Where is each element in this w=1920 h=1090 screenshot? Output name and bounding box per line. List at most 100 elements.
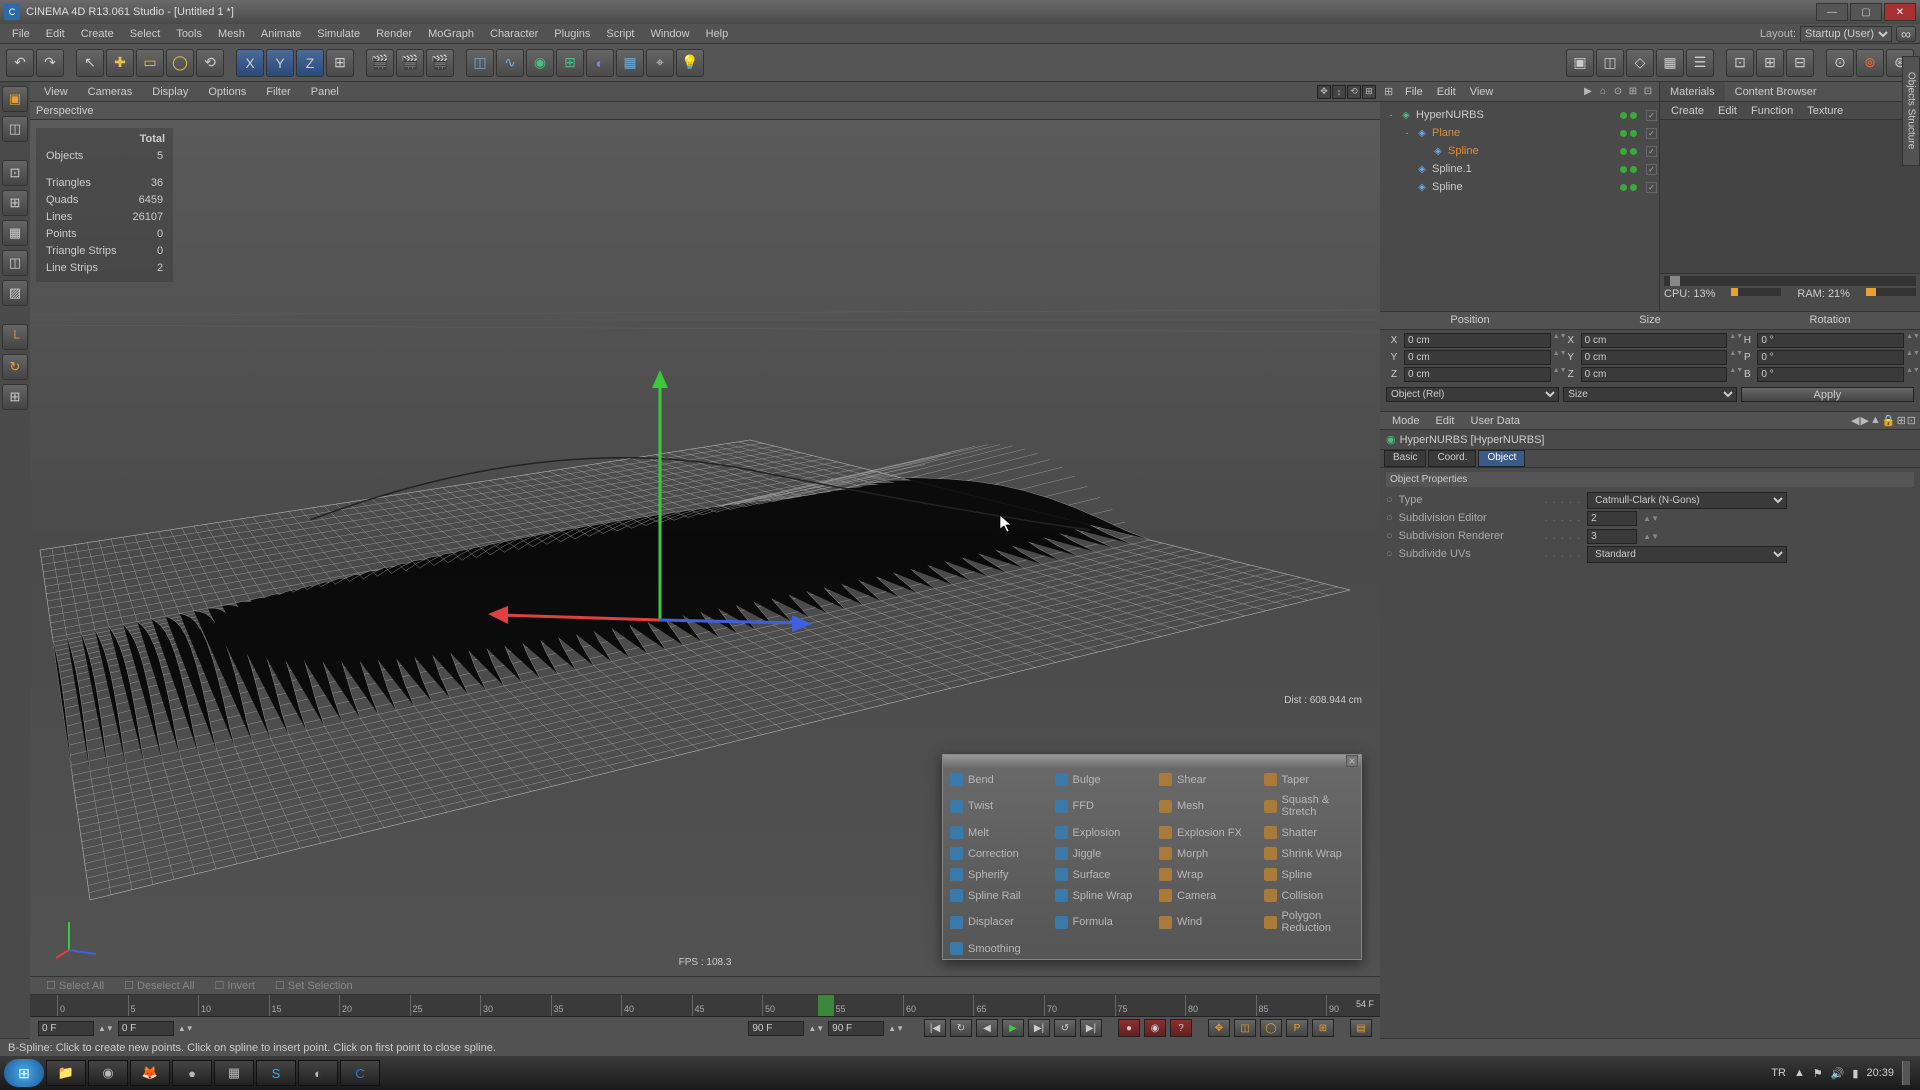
tray-up-icon[interactable]: ▲: [1794, 1067, 1805, 1079]
uv-mode[interactable]: ▨: [2, 280, 28, 306]
recent-tool[interactable]: ⟲: [196, 49, 224, 77]
deformer-polygon-reduction[interactable]: Polygon Reduction: [1257, 906, 1362, 938]
axis-mode[interactable]: └: [2, 324, 28, 350]
environment[interactable]: ▦: [616, 49, 644, 77]
coord-size-select[interactable]: Size: [1563, 387, 1736, 402]
mat-slider[interactable]: [1664, 276, 1916, 286]
task-steam[interactable]: ◐: [298, 1060, 338, 1086]
menu-character[interactable]: Character: [482, 28, 546, 40]
goto-start[interactable]: |◀: [924, 1019, 946, 1037]
task-c4d[interactable]: C: [340, 1060, 380, 1086]
spline-primitive[interactable]: ∿: [496, 49, 524, 77]
play[interactable]: ▶: [1002, 1019, 1024, 1037]
deformer-jiggle[interactable]: Jiggle: [1048, 843, 1153, 864]
om-nav-3[interactable]: ⊙: [1611, 85, 1625, 99]
menu-window[interactable]: Window: [643, 28, 698, 40]
key-sel[interactable]: ?: [1170, 1019, 1192, 1037]
undo-button[interactable]: ↶: [6, 49, 34, 77]
nurbs-generator[interactable]: ◉: [526, 49, 554, 77]
mat-texture[interactable]: Texture: [1800, 105, 1850, 117]
menu-script[interactable]: Script: [598, 28, 642, 40]
attr-tab-basic[interactable]: Basic: [1384, 450, 1426, 467]
tree-item-hypernurbs[interactable]: - ◈ HyperNURBS ✓: [1382, 106, 1657, 124]
mat-function[interactable]: Function: [1744, 105, 1800, 117]
menu-mograph[interactable]: MoGraph: [420, 28, 482, 40]
ff[interactable]: ↺: [1054, 1019, 1076, 1037]
coord-system[interactable]: ⊞: [326, 49, 354, 77]
mag-1[interactable]: ⊙: [1826, 49, 1854, 77]
group-icon[interactable]: ▦: [1656, 49, 1684, 77]
menu-file[interactable]: File: [4, 28, 38, 40]
vp-display[interactable]: Display: [142, 86, 198, 98]
menu-plugins[interactable]: Plugins: [546, 28, 598, 40]
mat-create[interactable]: Create: [1664, 105, 1711, 117]
show-desktop[interactable]: [1902, 1061, 1910, 1085]
popup-close[interactable]: ✕: [1346, 755, 1358, 767]
key-scale[interactable]: ◫: [1234, 1019, 1256, 1037]
menu-simulate[interactable]: Simulate: [309, 28, 368, 40]
autokey[interactable]: ◉: [1144, 1019, 1166, 1037]
om-nav-4[interactable]: ⊞: [1626, 85, 1640, 99]
goto-end[interactable]: ▶|: [1080, 1019, 1102, 1037]
om-nav-1[interactable]: ▶: [1581, 85, 1595, 99]
menu-mesh[interactable]: Mesh: [210, 28, 253, 40]
render-settings[interactable]: 🎬: [426, 49, 454, 77]
menu-create[interactable]: Create: [73, 28, 122, 40]
end-frame[interactable]: [828, 1021, 884, 1036]
deformer-spline-wrap[interactable]: Spline Wrap: [1048, 885, 1153, 906]
tray-sound-icon[interactable]: 🔊: [1831, 1067, 1845, 1080]
tray-net-icon[interactable]: ▮: [1852, 1067, 1858, 1080]
snap-3[interactable]: ⊟: [1786, 49, 1814, 77]
key-pla[interactable]: ⊞: [1312, 1019, 1334, 1037]
object-mode[interactable]: ◫: [2, 116, 28, 142]
snap-2[interactable]: ⊞: [1756, 49, 1784, 77]
coord-apply[interactable]: Apply: [1741, 387, 1914, 402]
attr-tab-object[interactable]: Object: [1478, 450, 1525, 467]
deformer-melt[interactable]: Melt: [943, 822, 1048, 843]
cube-icon[interactable]: ◫: [1596, 49, 1624, 77]
menu-animate[interactable]: Animate: [253, 28, 309, 40]
timeline-btn[interactable]: ▤: [1350, 1019, 1372, 1037]
om-file[interactable]: File: [1398, 86, 1430, 98]
timeline-ruler[interactable]: 05101520253035404550556065707580859054 F: [30, 995, 1380, 1017]
point-mode[interactable]: ⊡: [2, 160, 28, 186]
deformer-wrap[interactable]: Wrap: [1152, 864, 1257, 885]
tree-item-spline[interactable]: ◈ Spline ✓: [1382, 178, 1657, 196]
task-firefox[interactable]: 🦊: [130, 1060, 170, 1086]
key-param[interactable]: P: [1286, 1019, 1308, 1037]
attr-nav-up[interactable]: ▲: [1870, 414, 1881, 427]
camera-obj[interactable]: ⌖: [646, 49, 674, 77]
deformer-displacer[interactable]: Displacer: [943, 906, 1048, 938]
coord-mode-select[interactable]: Object (Rel): [1386, 387, 1559, 402]
mat-edit[interactable]: Edit: [1711, 105, 1744, 117]
deformer-correction[interactable]: Correction: [943, 843, 1048, 864]
minimize-button[interactable]: —: [1816, 3, 1848, 21]
close-button[interactable]: ✕: [1884, 3, 1916, 21]
deformer-wind[interactable]: Wind: [1152, 906, 1257, 938]
snap-1[interactable]: ⊡: [1726, 49, 1754, 77]
z-axis-lock[interactable]: Z: [296, 49, 324, 77]
task-chrome[interactable]: ◉: [88, 1060, 128, 1086]
menu-tools[interactable]: Tools: [168, 28, 210, 40]
vp-solo[interactable]: ⊞: [2, 384, 28, 410]
menu-help[interactable]: Help: [698, 28, 737, 40]
vp-nav-2[interactable]: ↕: [1332, 85, 1346, 99]
record[interactable]: ●: [1118, 1019, 1140, 1037]
vp-nav-3[interactable]: ⟲: [1347, 85, 1361, 99]
menu-select[interactable]: Select: [122, 28, 169, 40]
deformer-bend[interactable]: Bend: [943, 769, 1048, 790]
attr-userdata[interactable]: User Data: [1463, 415, 1529, 427]
menu-edit[interactable]: Edit: [38, 28, 73, 40]
loop[interactable]: ↻: [950, 1019, 972, 1037]
next-frame[interactable]: ▶|: [1028, 1019, 1050, 1037]
tag-select-all[interactable]: ☐ Select All: [38, 979, 112, 992]
texture-mode[interactable]: ◫: [2, 250, 28, 276]
tweak-mode[interactable]: ↻: [2, 354, 28, 380]
deformer-squash---stretch[interactable]: Squash & Stretch: [1257, 790, 1362, 822]
select-tool[interactable]: ↖: [76, 49, 104, 77]
tab-content-browser[interactable]: Content Browser: [1725, 82, 1827, 101]
layout-select[interactable]: Startup (User): [1800, 26, 1892, 42]
x-axis-lock[interactable]: X: [236, 49, 264, 77]
task-app2[interactable]: ▦: [214, 1060, 254, 1086]
deformer-surface[interactable]: Surface: [1048, 864, 1153, 885]
